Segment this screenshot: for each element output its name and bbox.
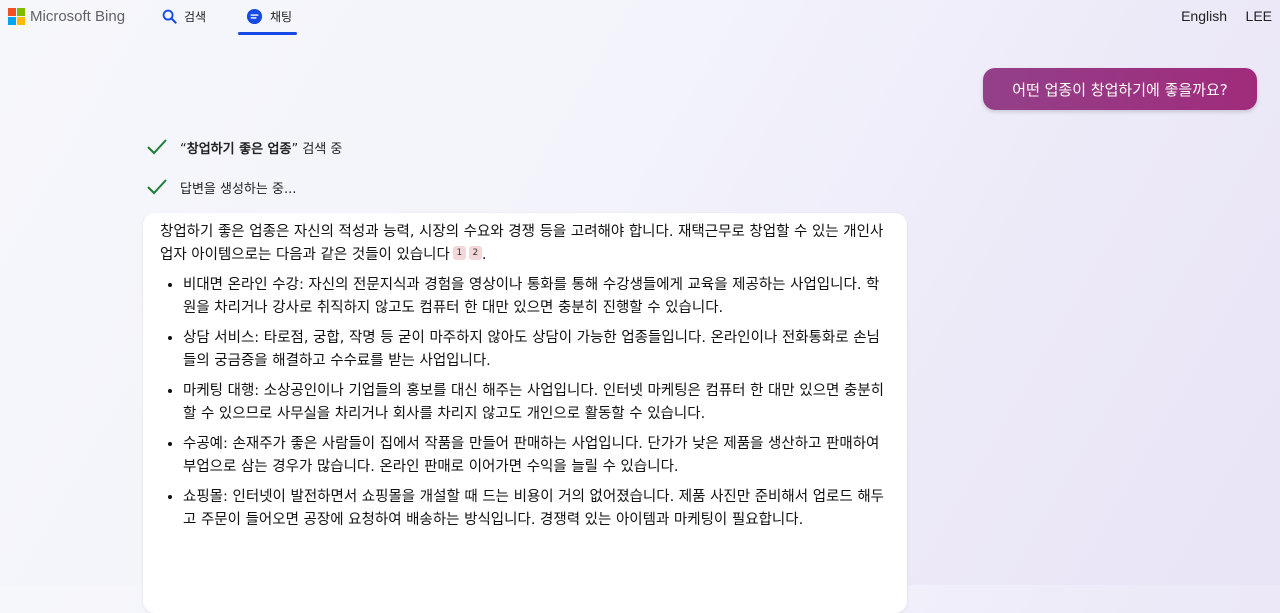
list-item: 수공예: 손재주가 좋은 사람들이 집에서 작품을 만들어 판매하는 사업입니다… xyxy=(183,433,891,479)
status-generating: 답변을 생성하는 중... xyxy=(146,177,296,197)
brand-name: Microsoft Bing xyxy=(30,7,126,25)
list-item: 상담 서비스: 타로점, 궁합, 작명 등 굳이 마주하지 않아도 상담이 가능… xyxy=(183,327,891,373)
citation-badge[interactable]: 2 xyxy=(468,246,482,260)
status-search-text: “창업하기 좋은 업종” 검색 중 xyxy=(180,141,343,157)
user-message-bubble: 어떤 업종이 창업하기에 좋을까요? xyxy=(983,68,1257,110)
active-tab-indicator xyxy=(238,32,297,35)
tab-search-label: 검색 xyxy=(184,9,207,24)
user-account[interactable]: LEE xyxy=(1246,8,1272,24)
status-searching: “창업하기 좋은 업종” 검색 중 xyxy=(146,137,342,157)
answer-list: 비대면 온라인 수강: 자신의 전문지식과 경험을 영상이나 통화를 통해 수강… xyxy=(160,274,891,532)
microsoft-logo-icon xyxy=(8,7,25,25)
bing-logo[interactable]: Microsoft Bing xyxy=(8,6,125,26)
user-message-text: 어떤 업종이 창업하기에 좋을까요? xyxy=(1012,80,1228,99)
tab-chat[interactable]: 채팅 xyxy=(246,5,292,27)
tab-chat-label: 채팅 xyxy=(270,9,293,24)
bot-answer-card: 창업하기 좋은 업종은 자신의 적성과 능력, 시장의 수요와 경쟁 등을 고려… xyxy=(143,213,907,613)
list-item: 마케팅 대행: 소상공인이나 기업들의 홍보를 대신 해주는 사업입니다. 인터… xyxy=(183,380,891,426)
checkmark-icon xyxy=(147,139,167,155)
status-search-suffix: 검색 중 xyxy=(298,141,343,157)
answer-intro-end: . xyxy=(481,247,487,263)
search-query: 창업하기 좋은 업종 xyxy=(186,141,292,157)
checkmark-icon xyxy=(147,179,167,195)
chat-icon xyxy=(246,8,263,25)
status-generating-text: 답변을 생성하는 중... xyxy=(180,181,297,197)
citation-badge[interactable]: 1 xyxy=(452,246,466,260)
answer-intro-text: 창업하기 좋은 업종은 자신의 적성과 능력, 시장의 수요와 경쟁 등을 고려… xyxy=(160,224,884,263)
language-switch[interactable]: English xyxy=(1181,8,1227,24)
top-bar: Microsoft Bing 검색 채팅 English LEE xyxy=(0,0,1280,36)
answer-intro: 창업하기 좋은 업종은 자신의 적성과 능력, 시장의 수요와 경쟁 등을 고려… xyxy=(160,221,891,267)
search-icon xyxy=(162,9,177,24)
tab-search[interactable]: 검색 xyxy=(162,5,206,27)
list-item: 쇼핑몰: 인터넷이 발전하면서 쇼핑몰을 개설할 때 드는 비용이 거의 없어졌… xyxy=(183,486,891,532)
list-item: 비대면 온라인 수강: 자신의 전문지식과 경험을 영상이나 통화를 통해 수강… xyxy=(183,274,891,320)
